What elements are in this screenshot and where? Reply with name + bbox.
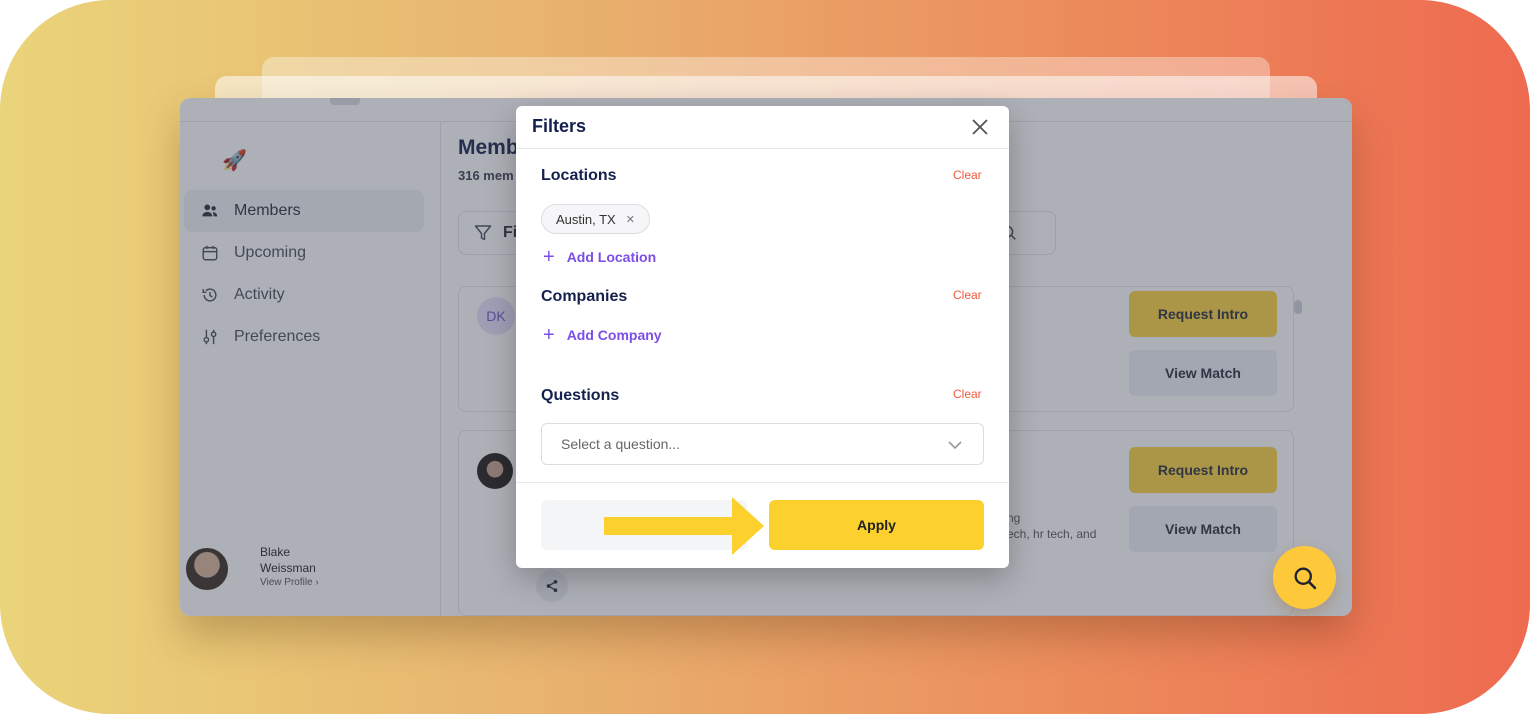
modal-header: Filters bbox=[516, 106, 1009, 149]
location-chip-label: Austin, TX bbox=[556, 211, 616, 227]
add-company-label: Add Company bbox=[566, 327, 662, 343]
clear-locations-button[interactable]: Clear bbox=[953, 168, 982, 182]
apply-button[interactable]: Apply bbox=[769, 500, 984, 550]
add-location-button[interactable]: + Add Location bbox=[543, 246, 657, 268]
modal-title: Filters bbox=[532, 116, 587, 136]
search-fab-button[interactable] bbox=[1273, 546, 1336, 609]
question-select[interactable]: Select a question... bbox=[541, 423, 984, 465]
plus-icon: + bbox=[543, 246, 555, 268]
companies-title: Companies bbox=[541, 288, 628, 305]
close-icon[interactable] bbox=[968, 115, 992, 139]
modal-footer-divider bbox=[516, 482, 1009, 483]
search-icon bbox=[1294, 567, 1316, 589]
remove-chip-icon[interactable]: ✕ bbox=[626, 213, 635, 226]
chevron-down-icon bbox=[948, 441, 962, 450]
clear-questions-button[interactable]: Clear bbox=[953, 387, 982, 401]
arrow-right-icon bbox=[604, 497, 764, 555]
add-location-label: Add Location bbox=[566, 249, 657, 265]
location-chip: Austin, TX ✕ bbox=[541, 204, 650, 234]
clear-companies-button[interactable]: Clear bbox=[953, 288, 982, 302]
filters-modal: Filters Locations Clear Austin, TX ✕ + A… bbox=[516, 106, 1009, 568]
background-gradient: 🚀 Members Upcoming Activity Preferences … bbox=[0, 0, 1530, 714]
questions-title: Questions bbox=[541, 387, 620, 404]
locations-title: Locations bbox=[541, 167, 617, 184]
add-company-button[interactable]: + Add Company bbox=[543, 324, 662, 346]
plus-icon: + bbox=[543, 324, 555, 346]
question-select-placeholder: Select a question... bbox=[561, 436, 681, 452]
